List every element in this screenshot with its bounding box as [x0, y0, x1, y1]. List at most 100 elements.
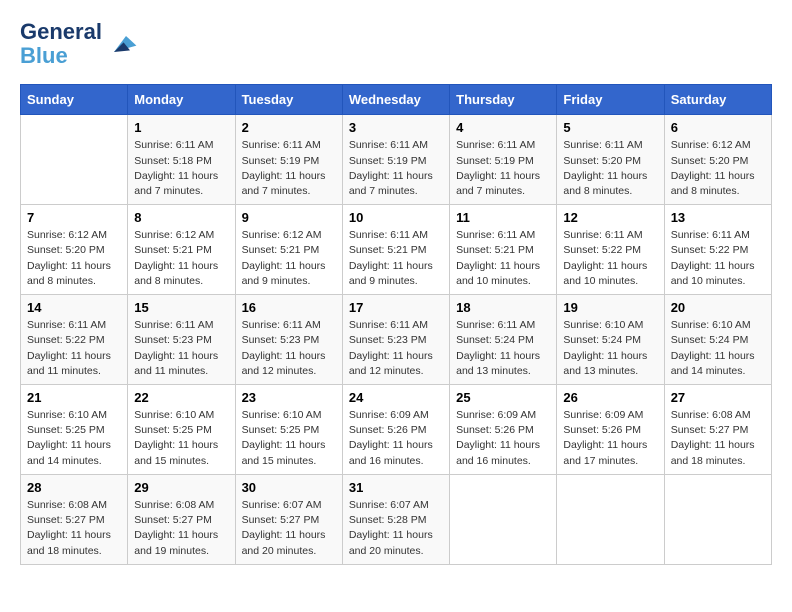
day-number: 21 [27, 390, 121, 405]
day-info: Sunrise: 6:08 AM Sunset: 5:27 PM Dayligh… [134, 498, 228, 559]
weekday-header: Tuesday [235, 85, 342, 115]
calendar-cell: 30Sunrise: 6:07 AM Sunset: 5:27 PM Dayli… [235, 474, 342, 564]
calendar-week-row: 14 Sunrise: 6:11 AM Sunset: 5:22 PM Dayli… [21, 295, 772, 385]
day-number: 7 [27, 210, 121, 225]
day-number: 9 [242, 210, 336, 225]
day-number: 19 [563, 300, 657, 315]
day-info: Sunrise: 6:11 AM Sunset: 5:22 PM Dayligh… [27, 318, 121, 379]
day-number: 31 [349, 480, 443, 495]
day-info: Sunrise: 6:12 AM Sunset: 5:21 PM Dayligh… [242, 228, 336, 289]
day-number: 25 [456, 390, 550, 405]
day-info: Sunrise: 6:07 AM Sunset: 5:27 PM Dayligh… [242, 498, 336, 559]
day-info: Sunrise: 6:10 AM Sunset: 5:25 PM Dayligh… [134, 408, 228, 469]
calendar-cell: 24 Sunrise: 6:09 AM Sunset: 5:26 PM Dayli… [342, 385, 449, 475]
logo-icon [106, 28, 138, 60]
day-info: Sunrise: 6:12 AM Sunset: 5:20 PM Dayligh… [27, 228, 121, 289]
day-info: Sunrise: 6:11 AM Sunset: 5:24 PM Dayligh… [456, 318, 550, 379]
day-info: Sunrise: 6:11 AM Sunset: 5:19 PM Dayligh… [349, 138, 443, 199]
day-info: Sunrise: 6:08 AM Sunset: 5:27 PM Dayligh… [27, 498, 121, 559]
day-info: Sunrise: 6:11 AM Sunset: 5:19 PM Dayligh… [242, 138, 336, 199]
logo: GeneralBlue [20, 20, 138, 68]
day-info: Sunrise: 6:08 AM Sunset: 5:27 PM Dayligh… [671, 408, 765, 469]
day-info: Sunrise: 6:11 AM Sunset: 5:19 PM Dayligh… [456, 138, 550, 199]
day-info: Sunrise: 6:07 AM Sunset: 5:28 PM Dayligh… [349, 498, 443, 559]
day-number: 11 [456, 210, 550, 225]
day-number: 24 [349, 390, 443, 405]
calendar-cell: 8 Sunrise: 6:12 AM Sunset: 5:21 PM Daylig… [128, 205, 235, 295]
day-info: Sunrise: 6:12 AM Sunset: 5:21 PM Dayligh… [134, 228, 228, 289]
calendar-cell: 25Sunrise: 6:09 AM Sunset: 5:26 PM Dayli… [450, 385, 557, 475]
calendar-cell: 2 Sunrise: 6:11 AM Sunset: 5:19 PM Daylig… [235, 115, 342, 205]
calendar-cell [21, 115, 128, 205]
day-info: Sunrise: 6:10 AM Sunset: 5:25 PM Dayligh… [27, 408, 121, 469]
calendar-cell: 4 Sunrise: 6:11 AM Sunset: 5:19 PM Daylig… [450, 115, 557, 205]
calendar-week-row: 7 Sunrise: 6:12 AM Sunset: 5:20 PM Daylig… [21, 205, 772, 295]
day-number: 27 [671, 390, 765, 405]
calendar-week-row: 1 Sunrise: 6:11 AM Sunset: 5:18 PM Daylig… [21, 115, 772, 205]
calendar-cell: 22 Sunrise: 6:10 AM Sunset: 5:25 PM Dayli… [128, 385, 235, 475]
weekday-header: Saturday [664, 85, 771, 115]
day-number: 17 [349, 300, 443, 315]
day-number: 12 [563, 210, 657, 225]
calendar-table: SundayMondayTuesdayWednesdayThursdayFrid… [20, 84, 772, 564]
calendar-week-row: 21 Sunrise: 6:10 AM Sunset: 5:25 PM Dayli… [21, 385, 772, 475]
calendar-cell: 26 Sunrise: 6:09 AM Sunset: 5:26 PM Dayli… [557, 385, 664, 475]
day-number: 18 [456, 300, 550, 315]
day-number: 28 [27, 480, 121, 495]
day-number: 22 [134, 390, 228, 405]
day-info: Sunrise: 6:11 AM Sunset: 5:22 PM Dayligh… [563, 228, 657, 289]
day-info: Sunrise: 6:11 AM Sunset: 5:23 PM Dayligh… [134, 318, 228, 379]
calendar-cell: 11 Sunrise: 6:11 AM Sunset: 5:21 PM Dayli… [450, 205, 557, 295]
calendar-cell: 21 Sunrise: 6:10 AM Sunset: 5:25 PM Dayli… [21, 385, 128, 475]
day-info: Sunrise: 6:11 AM Sunset: 5:23 PM Dayligh… [242, 318, 336, 379]
day-info: Sunrise: 6:11 AM Sunset: 5:21 PM Dayligh… [456, 228, 550, 289]
day-info: Sunrise: 6:12 AM Sunset: 5:20 PM Dayligh… [671, 138, 765, 199]
day-number: 2 [242, 120, 336, 135]
day-info: Sunrise: 6:11 AM Sunset: 5:18 PM Dayligh… [134, 138, 228, 199]
day-number: 16 [242, 300, 336, 315]
calendar-cell: 5 Sunrise: 6:11 AM Sunset: 5:20 PM Daylig… [557, 115, 664, 205]
calendar-cell: 3 Sunrise: 6:11 AM Sunset: 5:19 PM Daylig… [342, 115, 449, 205]
calendar-cell: 13 Sunrise: 6:11 AM Sunset: 5:22 PM Dayli… [664, 205, 771, 295]
day-number: 15 [134, 300, 228, 315]
day-info: Sunrise: 6:11 AM Sunset: 5:23 PM Dayligh… [349, 318, 443, 379]
weekday-header: Wednesday [342, 85, 449, 115]
calendar-cell: 12 Sunrise: 6:11 AM Sunset: 5:22 PM Dayli… [557, 205, 664, 295]
calendar-cell: 17 Sunrise: 6:11 AM Sunset: 5:23 PM Dayli… [342, 295, 449, 385]
day-number: 6 [671, 120, 765, 135]
day-number: 29 [134, 480, 228, 495]
weekday-header: Monday [128, 85, 235, 115]
day-number: 20 [671, 300, 765, 315]
day-info: Sunrise: 6:09 AM Sunset: 5:26 PM Dayligh… [349, 408, 443, 469]
calendar-cell: 16 Sunrise: 6:11 AM Sunset: 5:23 PM Dayli… [235, 295, 342, 385]
day-number: 14 [27, 300, 121, 315]
calendar-cell: 9 Sunrise: 6:12 AM Sunset: 5:21 PM Daylig… [235, 205, 342, 295]
calendar-cell [664, 474, 771, 564]
day-number: 8 [134, 210, 228, 225]
day-number: 13 [671, 210, 765, 225]
calendar-cell: 18 Sunrise: 6:11 AM Sunset: 5:24 PM Dayli… [450, 295, 557, 385]
day-info: Sunrise: 6:09 AM Sunset: 5:26 PM Dayligh… [563, 408, 657, 469]
calendar-cell: 15 Sunrise: 6:11 AM Sunset: 5:23 PM Dayli… [128, 295, 235, 385]
calendar-cell: 7 Sunrise: 6:12 AM Sunset: 5:20 PM Daylig… [21, 205, 128, 295]
calendar-body: 1 Sunrise: 6:11 AM Sunset: 5:18 PM Daylig… [21, 115, 772, 564]
day-number: 5 [563, 120, 657, 135]
day-number: 4 [456, 120, 550, 135]
calendar-week-row: 28 Sunrise: 6:08 AM Sunset: 5:27 PM Dayli… [21, 474, 772, 564]
calendar-cell: 29 Sunrise: 6:08 AM Sunset: 5:27 PM Dayli… [128, 474, 235, 564]
day-info: Sunrise: 6:11 AM Sunset: 5:20 PM Dayligh… [563, 138, 657, 199]
calendar-cell: 31 Sunrise: 6:07 AM Sunset: 5:28 PM Dayli… [342, 474, 449, 564]
day-number: 1 [134, 120, 228, 135]
day-number: 26 [563, 390, 657, 405]
day-number: 3 [349, 120, 443, 135]
day-number: 10 [349, 210, 443, 225]
day-info: Sunrise: 6:10 AM Sunset: 5:24 PM Dayligh… [563, 318, 657, 379]
calendar-cell: 14 Sunrise: 6:11 AM Sunset: 5:22 PM Dayli… [21, 295, 128, 385]
day-info: Sunrise: 6:10 AM Sunset: 5:25 PM Dayligh… [242, 408, 336, 469]
day-number: 23 [242, 390, 336, 405]
day-info: Sunrise: 6:11 AM Sunset: 5:22 PM Dayligh… [671, 228, 765, 289]
calendar-cell: 28 Sunrise: 6:08 AM Sunset: 5:27 PM Dayli… [21, 474, 128, 564]
calendar-cell: 23 Sunrise: 6:10 AM Sunset: 5:25 PM Dayli… [235, 385, 342, 475]
calendar-cell: 6 Sunrise: 6:12 AM Sunset: 5:20 PM Daylig… [664, 115, 771, 205]
page-header: GeneralBlue [20, 20, 772, 68]
